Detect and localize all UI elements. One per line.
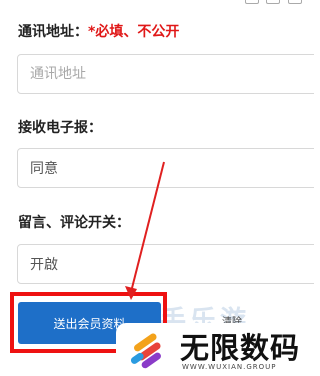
copy-icon[interactable] xyxy=(266,0,280,4)
logo-subtext: WWW.WUXIAN.GROUP xyxy=(182,363,277,371)
logo-mark-icon xyxy=(130,333,161,369)
address-label: 通讯地址：*必填、不公开 xyxy=(18,21,179,41)
newsletter-select[interactable]: 同意 xyxy=(17,148,314,188)
menu-icon[interactable] xyxy=(288,0,302,4)
newsletter-label: 接收电子报： xyxy=(18,120,102,136)
comments-switch-label: 留言、评论开关： xyxy=(18,215,130,231)
logo-banner: 无限数码 WWW.WUXIAN.GROUP xyxy=(116,323,314,376)
comments-switch-select[interactable]: 开啟 xyxy=(17,244,314,284)
edit-icon[interactable] xyxy=(245,0,259,4)
address-required-note: *必填、不公开 xyxy=(88,24,180,40)
logo-text: 无限数码 xyxy=(180,331,301,365)
member-form-page: 通讯地址：*必填、不公开 接收电子报： 同意 留言、评论开关： 开啟 游手乐游 … xyxy=(0,0,314,376)
address-label-text: 通讯地址： xyxy=(18,24,88,40)
comments-switch-value: 开啟 xyxy=(30,257,58,273)
newsletter-value: 同意 xyxy=(30,161,58,177)
top-toolbar xyxy=(0,0,314,7)
address-input[interactable] xyxy=(17,54,314,94)
